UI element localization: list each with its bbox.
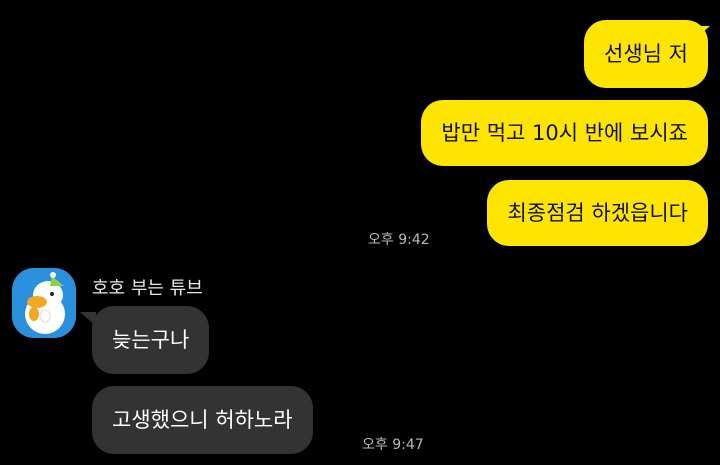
outgoing-timestamp: 오후 9:42	[368, 232, 430, 248]
incoming-message-bubble[interactable]: 늦는구나	[92, 306, 210, 374]
outgoing-message-bubble[interactable]: 최종점검 하겠읍니다	[487, 180, 708, 246]
duck-icon	[12, 268, 76, 338]
outgoing-message-text: 최종점검 하겠읍니다	[507, 201, 688, 225]
outgoing-message-text: 선생님 저	[604, 42, 688, 66]
incoming-message-bubble[interactable]: 고생했으니 허하노라	[92, 386, 313, 454]
outgoing-message-bubble[interactable]: 밥만 먹고 10시 반에 보시죠	[421, 100, 708, 166]
outgoing-message-bubble[interactable]: 선생님 저	[584, 20, 708, 88]
incoming-message-text: 늦는구나	[112, 328, 190, 352]
chat-room: 선생님 저 밥만 먹고 10시 반에 보시죠 최종점검 하겠읍니다 오후 9:4…	[0, 0, 720, 465]
sender-name: 호호 부는 튜브	[92, 278, 203, 299]
outgoing-message-text: 밥만 먹고 10시 반에 보시죠	[441, 121, 688, 145]
incoming-message-text: 고생했으니 허하노라	[112, 408, 293, 432]
tube-duck-avatar-icon[interactable]	[12, 268, 76, 338]
incoming-timestamp: 오후 9:47	[362, 437, 424, 453]
